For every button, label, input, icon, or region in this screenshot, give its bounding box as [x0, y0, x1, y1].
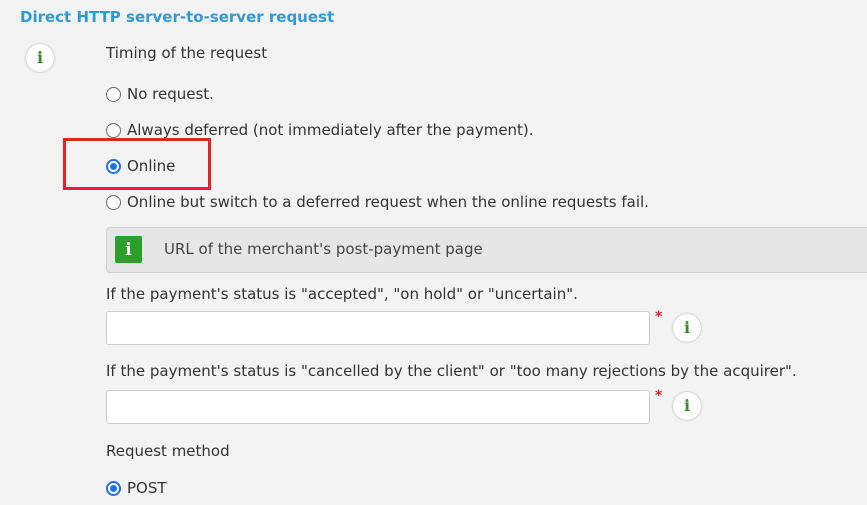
radio-online-fallback-label: Online but switch to a deferred request … [127, 193, 649, 211]
info-icon[interactable]: i [26, 44, 54, 72]
radio-post[interactable]: POST [106, 477, 167, 499]
url-section-header: i URL of the merchant's post-payment pag… [106, 227, 867, 273]
section-title: Direct HTTP server-to-server request [20, 8, 335, 26]
accepted-url-input[interactable] [106, 311, 650, 345]
required-marker: * [655, 388, 663, 404]
highlight-box [63, 138, 211, 190]
info-icon: i [115, 236, 142, 263]
cancelled-url-input[interactable] [106, 390, 650, 424]
radio-no-request-label: No request. [127, 85, 214, 103]
radio-no-request[interactable]: No request. [106, 83, 214, 105]
info-glyph: i [36, 48, 44, 67]
radio-button[interactable] [106, 86, 121, 102]
info-icon[interactable]: i [673, 314, 701, 342]
info-glyph: i [125, 239, 132, 260]
timing-label: Timing of the request [106, 44, 268, 62]
url-section-title: URL of the merchant's post-payment page [164, 240, 483, 258]
radio-button[interactable] [106, 194, 121, 210]
request-method-label: Request method [106, 442, 230, 460]
radio-button-checked[interactable] [106, 480, 121, 496]
radio-online-fallback[interactable]: Online but switch to a deferred request … [106, 191, 649, 213]
radio-always-deferred-label: Always deferred (not immediately after t… [127, 121, 534, 139]
cancelled-url-label: If the payment's status is "cancelled by… [106, 362, 797, 380]
radio-button[interactable] [106, 122, 121, 138]
accepted-url-label: If the payment's status is "accepted", "… [106, 285, 578, 303]
info-glyph: i [683, 396, 691, 415]
info-icon[interactable]: i [673, 392, 701, 420]
radio-post-label: POST [127, 479, 167, 497]
page: Direct HTTP server-to-server request i T… [0, 0, 867, 505]
info-glyph: i [683, 318, 691, 337]
required-marker: * [655, 309, 663, 325]
